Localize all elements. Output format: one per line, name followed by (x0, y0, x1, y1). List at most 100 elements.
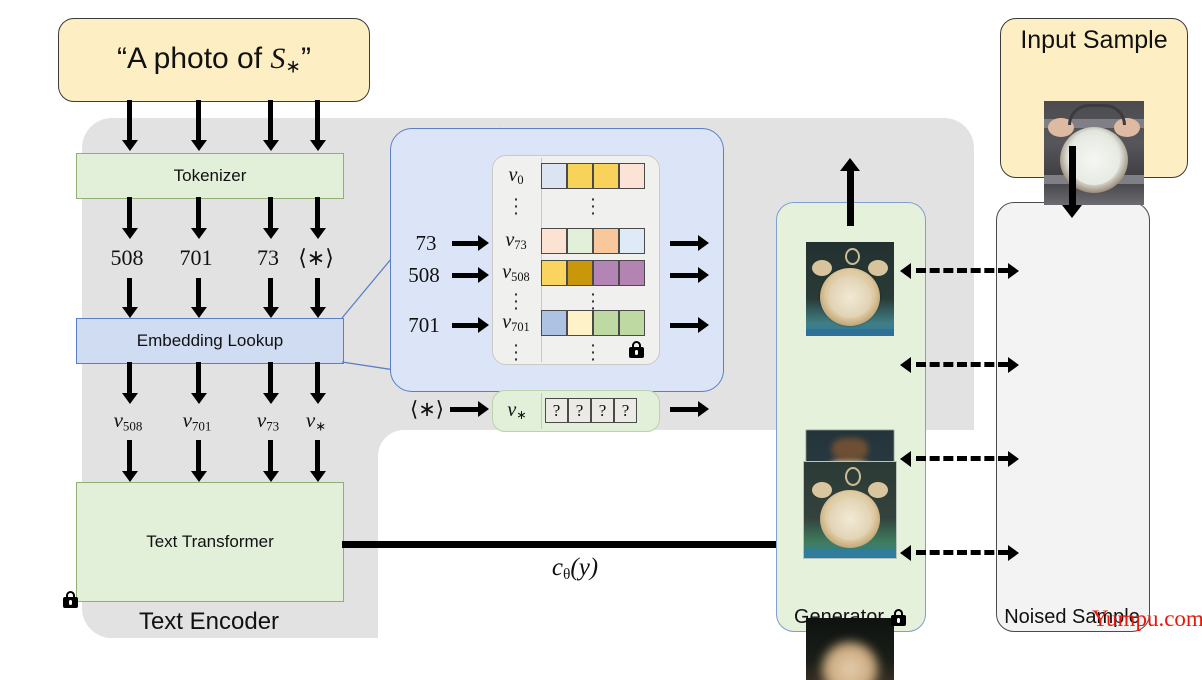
embedding-label-1: v701 (166, 408, 228, 434)
cell-3-2 (593, 310, 619, 336)
cell-2-0 (541, 260, 567, 286)
dashed-head-right-1 (1008, 357, 1019, 373)
tokenizer-label: Tokenizer (173, 166, 247, 185)
row-dots-mid-1: · · · (589, 284, 597, 319)
emb-sub-1: 701 (191, 418, 212, 434)
row-base-1: v (505, 228, 515, 251)
dashed-link-1 (916, 362, 1008, 367)
row-sub-3: 701 (511, 320, 530, 335)
token-id-3: ⟨∗⟩ (298, 245, 334, 270)
dashed-link-0 (916, 268, 1008, 273)
row-sub-1: 73 (514, 238, 527, 253)
arrow-emb-v-3 (268, 362, 273, 395)
input-sample-label: Input Sample (1020, 25, 1168, 54)
arrow-lookup-1 (452, 273, 480, 278)
vstar-base: v (507, 398, 517, 421)
embedding-label-0: v508 (97, 408, 159, 434)
dashed-head-left-0 (900, 263, 911, 279)
arrowhead-27 (478, 401, 489, 417)
vstar-cells: ? ? ? ? (545, 398, 637, 423)
emb-sub-2: 73 (266, 418, 280, 434)
row-base-3: v (502, 310, 512, 333)
arrowhead-10 (191, 307, 207, 318)
vstar-card[interactable]: v∗ ? ? ? ? (492, 390, 660, 432)
arrowhead-21 (478, 235, 489, 251)
arrowhead-17 (122, 471, 138, 482)
arrowhead-1 (122, 140, 138, 151)
row-dots-left-0: · · · (512, 189, 520, 224)
arrowhead-13 (122, 393, 138, 404)
lookup-input-id-1: 508 (408, 262, 440, 287)
emb-base-0: v (113, 407, 123, 432)
cell-3-3 (619, 310, 645, 336)
qcell-2: ? (591, 398, 614, 423)
arrow-id-emb-3 (268, 278, 273, 309)
text-transformer-label: Text Transformer (146, 532, 274, 551)
cell-0-1 (567, 163, 593, 189)
arrowhead-2 (191, 140, 207, 151)
arrow-prompt-tokenizer-1 (127, 100, 132, 142)
input-sample-box[interactable]: Input Sample (1000, 18, 1188, 205)
text-transformer-box[interactable]: Text Transformer (63, 482, 344, 608)
watermark-text: Yumpu.com (1092, 606, 1202, 631)
cell-2-2 (593, 260, 619, 286)
arrow-out-0 (670, 241, 700, 246)
arrow-lookup-0 (452, 241, 480, 246)
generator-label: Generator (793, 605, 885, 628)
arrowhead-16 (310, 393, 326, 404)
arrowhead-20 (310, 471, 326, 482)
arrow-out-2 (670, 323, 700, 328)
arrow-v-tr-2 (196, 440, 201, 473)
dashed-head-right-3 (1008, 545, 1019, 561)
figure-canvas: “A photo of S∗” Tokenizer 508 701 73 ⟨∗⟩… (0, 0, 1202, 680)
special-token-label: ⟨∗⟩ (410, 396, 444, 421)
row-base-2: v (502, 260, 512, 283)
prompt-box[interactable]: “A photo of S∗” (58, 18, 370, 102)
embedding-row-0 (541, 163, 645, 189)
arrowhead-14 (191, 393, 207, 404)
lock-icon-table (629, 341, 644, 358)
arrowhead-15 (263, 393, 279, 404)
arrow-tok-id-2 (196, 197, 201, 230)
arrowhead-9 (122, 307, 138, 318)
qcell-0: ? (545, 398, 568, 423)
row-label-3: v701 (490, 310, 542, 336)
generator-image-0 (806, 242, 894, 336)
arrow-input-noised (1069, 146, 1076, 208)
arrowhead-6 (191, 228, 207, 239)
arrow-tok-id-4 (315, 197, 320, 230)
dashed-link-3 (916, 550, 1008, 555)
embedding-label-3: v∗ (292, 408, 340, 434)
arrow-out-1 (670, 273, 700, 278)
cell-3-1 (567, 310, 593, 336)
emb-base-1: v (182, 407, 192, 432)
dashed-head-left-2 (900, 451, 911, 467)
arrowhead-19 (263, 471, 279, 482)
cell-1-2 (593, 228, 619, 254)
arrow-v-tr-3 (268, 440, 273, 473)
arrow-emb-v-1 (127, 362, 132, 395)
arrowhead-12 (310, 307, 326, 318)
embedding-row-2 (541, 260, 645, 286)
embedding-row-3 (541, 310, 645, 336)
arrowhead-8 (310, 228, 326, 239)
row-label-0: v0 (492, 163, 540, 189)
arrow-prompt-tokenizer-3 (268, 100, 273, 142)
arrowhead-22 (478, 267, 489, 283)
arrowhead-4 (310, 140, 326, 151)
embedding-row-1 (541, 228, 645, 254)
arrowhead-input-noised (1062, 205, 1082, 218)
generated-output-image (803, 461, 897, 559)
arrow-id-emb-4 (315, 278, 320, 309)
arrow-tok-id-1 (127, 197, 132, 230)
vstar-label: v∗ (493, 391, 541, 431)
row-dots-mid-0: · · · (589, 189, 597, 224)
embedding-lookup-label: Embedding Lookup (136, 331, 284, 350)
arrow-id-emb-1 (127, 278, 132, 309)
noised-sample-column[interactable] (996, 202, 1150, 632)
embedding-lookup-box[interactable]: Embedding Lookup (76, 318, 344, 364)
arrow-v-tr-4 (315, 440, 320, 473)
arrow-out-vstar (670, 407, 700, 412)
tokenizer-box[interactable]: Tokenizer (76, 153, 344, 199)
token-id-2: 73 (257, 245, 279, 270)
